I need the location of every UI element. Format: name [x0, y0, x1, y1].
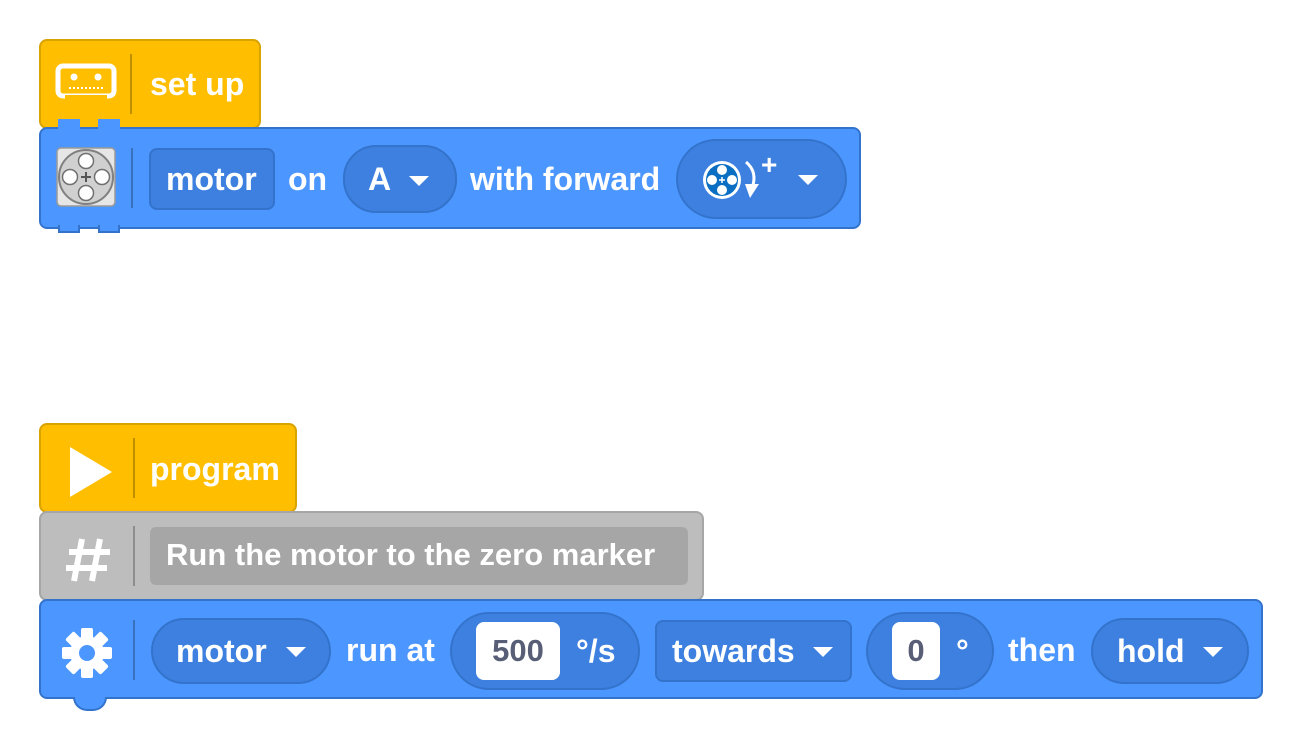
comment-block[interactable]: Run the motor to the zero marker [39, 511, 704, 613]
chevron-down-icon [409, 176, 429, 186]
program-label: program [150, 451, 280, 487]
comment-text: Run the motor to the zero marker [166, 537, 656, 572]
chevron-down-icon [286, 647, 306, 657]
motor-variable-label: motor [166, 161, 257, 197]
angle-unit: ° [956, 633, 969, 669]
on-label: on [288, 161, 328, 197]
with-forward-label: with forward [470, 161, 661, 197]
gear-icon [61, 627, 113, 684]
chevron-down-icon [798, 175, 818, 185]
then-label: then [1008, 632, 1076, 668]
speed-input[interactable]: 500 [476, 622, 560, 680]
setup-hat-block[interactable]: set up [39, 39, 261, 129]
program-hat-block[interactable]: program [39, 423, 297, 525]
motor-config-block[interactable]: motor on A with forward + [39, 119, 861, 233]
setup-label: set up [150, 66, 245, 102]
port-value: A [368, 161, 392, 197]
hash-icon [63, 535, 113, 590]
angle-input[interactable]: 0 [892, 622, 940, 680]
speed-unit: °/s [576, 633, 616, 669]
direction-dropdown[interactable]: + [676, 139, 847, 219]
play-icon [68, 445, 114, 504]
stop-action-value: hold [1117, 633, 1185, 669]
motor-dropdown-value: motor [176, 633, 267, 669]
run-motor-block[interactable]: motor run at 500 °/s towards 0 ° then ho… [39, 599, 1263, 711]
hub-icon [55, 63, 117, 108]
run-at-label: run at [346, 632, 435, 668]
chevron-down-icon [1203, 647, 1223, 657]
comment-text-field[interactable]: Run the motor to the zero marker [150, 527, 688, 585]
speed-reporter[interactable]: 500 °/s [450, 612, 640, 690]
angle-reporter[interactable]: 0 ° [866, 612, 994, 690]
chevron-down-icon [813, 647, 833, 657]
direction-sign: + [761, 149, 778, 180]
motor-variable-field[interactable]: motor [149, 148, 275, 210]
mode-dropdown[interactable]: towards [655, 620, 852, 682]
mode-dropdown-value: towards [672, 633, 795, 669]
port-dropdown[interactable]: A [343, 145, 457, 213]
motor-dropdown[interactable]: motor [151, 618, 331, 684]
motor-icon [56, 147, 116, 212]
stop-action-dropdown[interactable]: hold [1091, 618, 1249, 684]
